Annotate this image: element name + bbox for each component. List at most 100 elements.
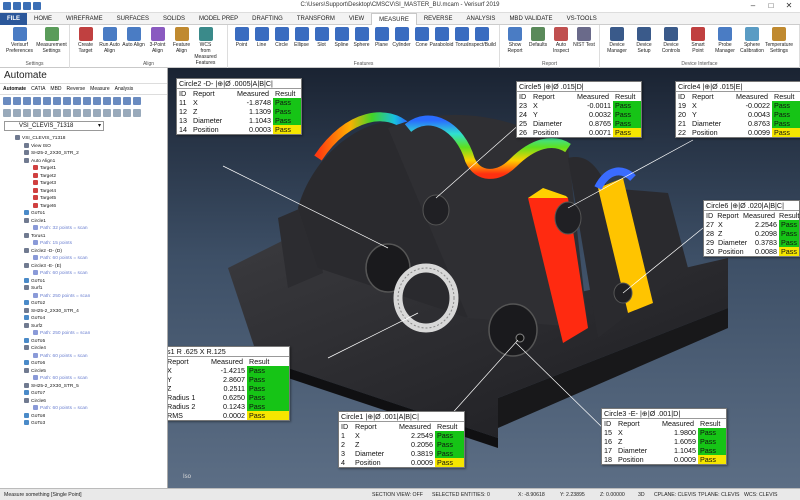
tree-item[interactable]: GoTo2 (0, 300, 167, 308)
tree-item[interactable]: Target3 (0, 180, 167, 188)
verisurf-preferences-button[interactable]: Verisurf Preferences (4, 27, 35, 54)
tree-item[interactable]: Auto Align1 (0, 157, 167, 166)
callout-circle4[interactable]: Circle4 |⊕|Ø .015|E| ID Report Measured Resu… (675, 81, 800, 138)
tree-item[interactable]: GoTo6 (0, 360, 167, 368)
plane-button[interactable]: Plane (372, 27, 391, 48)
callout-circle6[interactable]: Circle6 |⊕|Ø .020|A|B|C| ID Report Measured… (703, 200, 800, 257)
minimize-button[interactable]: – (744, 0, 762, 12)
tree-item[interactable]: Target1 (0, 165, 167, 173)
callout-circle1[interactable]: Circle1 |⊕|Ø .001|A|B|C| ID Report Measured… (338, 411, 465, 468)
tree-item[interactable]: Surf1 (0, 285, 167, 293)
menu-tab-vs-tools[interactable]: VS-TOOLS (560, 13, 604, 25)
device-controls-button[interactable]: Device Controls (658, 27, 684, 54)
panel-tab-catia[interactable]: CATIA (31, 86, 45, 92)
tree-path-item[interactable]: Path: 250 points = scan (0, 330, 167, 338)
menu-tab-reverse[interactable]: REVERSE (417, 13, 460, 25)
temperature-settings-button[interactable]: Temperature Settings (765, 27, 793, 54)
auto-align-button[interactable]: Auto Align (122, 27, 145, 48)
close-button[interactable]: ✕ (780, 0, 798, 12)
hole-circle5[interactable] (422, 194, 450, 226)
tplane-status[interactable]: TPLANE: CLEVIS (698, 489, 740, 500)
tree-item[interactable]: GoTo5 (0, 337, 167, 346)
cone-button[interactable]: Cone (412, 27, 431, 48)
tree-path-item[interactable]: Path: 60 points = scan (0, 255, 167, 263)
create-target-button[interactable]: Create Target (74, 27, 97, 54)
tree-item[interactable]: Target6 (0, 202, 167, 211)
panel-tab-reverse[interactable]: Reverse (67, 86, 86, 92)
hole-circle4[interactable] (554, 201, 582, 235)
tree-item[interactable]: Circle5 (0, 367, 167, 376)
panel-tab-automate[interactable]: Automate (3, 86, 26, 92)
show-report-button[interactable]: Show Report (504, 27, 526, 54)
tree-item[interactable]: GoTo7 (0, 390, 167, 398)
tree-item[interactable]: VSI_CLEVIS_71318 (0, 135, 167, 143)
measurement-settings-button[interactable]: Measurement Settings (36, 27, 67, 54)
maximize-button[interactable]: □ (762, 0, 780, 12)
point-button[interactable]: Point (232, 27, 251, 48)
cylinder-button[interactable]: Cylinder (392, 27, 411, 48)
callout-circle3[interactable]: Circle3 -E- |⊕|Ø .001|D| ID Report Measured… (601, 408, 727, 465)
callout-circle2[interactable]: Circle2 -D- |⊕|Ø .0005|A|B|C| ID Report Mea… (176, 78, 302, 135)
tree-item[interactable]: Surf2 (0, 322, 167, 331)
slot-button[interactable]: Slot (312, 27, 331, 48)
panel-tab-mbd[interactable]: MBD (50, 86, 61, 92)
program-select[interactable]: VSI_CLEVIS_71318 (4, 121, 104, 131)
menu-tab-model-prep[interactable]: MODEL PREP (192, 13, 245, 25)
tree-item[interactable]: GoTo1 (0, 210, 167, 218)
tree-path-item[interactable]: Path: 60 points = scan (0, 352, 167, 361)
tree-path-item[interactable]: Path: 32 points = scan (0, 225, 167, 233)
file-tab[interactable]: FILE (0, 12, 27, 25)
menu-tab-mbd-validate[interactable]: MBD VALIDATE (502, 13, 559, 25)
ellipse-button[interactable]: Ellipse (292, 27, 311, 48)
tree-path-item[interactable]: Path: 60 points = scan (0, 405, 167, 413)
tree-item[interactable]: Torus1 (0, 232, 167, 241)
tree-path-item[interactable]: Path: 15 points (0, 240, 167, 248)
tree-item[interactable]: GoTo1 (0, 277, 167, 286)
cplane-status[interactable]: CPLANE: CLEVIS (654, 489, 696, 500)
tree-item[interactable]: Circle4 (0, 345, 167, 353)
tree-item[interactable]: Target2 (0, 172, 167, 181)
menu-tab-measure[interactable]: MEASURE (371, 12, 417, 25)
section-view-status[interactable]: SECTION VIEW: OFF (372, 489, 423, 500)
menu-tab-transform[interactable]: TRANSFORM (290, 13, 342, 25)
tree-item[interactable]: GoTo8 (0, 412, 167, 421)
auto-inspect-button[interactable]: Auto Inspect (550, 27, 572, 54)
tree-item[interactable]: SH25-2_2X30_STR_4 (0, 307, 167, 316)
sphere-button[interactable]: Sphere (352, 27, 371, 48)
tree-path-item[interactable]: Path: 60 points = scan (0, 375, 167, 383)
nist-test-button[interactable]: NIST Test (573, 27, 595, 48)
panel-tab-analysis[interactable]: Analysis (115, 86, 134, 92)
defaults-button[interactable]: Defaults (527, 27, 549, 48)
wcs-status[interactable]: WCS: CLEVIS (744, 489, 777, 500)
panel-toolbar[interactable] (0, 95, 167, 107)
callout-circle5[interactable]: Circle5 |⊕|Ø .015|D| ID Report Measured Resu… (516, 81, 642, 138)
inspect-build-button[interactable]: Inspect/Build (467, 27, 496, 48)
menu-tab-analysis[interactable]: ANALYSIS (460, 13, 503, 25)
menu-tab-home[interactable]: HOME (27, 13, 59, 25)
device-manager-button[interactable]: Device Manager (604, 27, 630, 54)
probe-manager-button[interactable]: Probe Manager (712, 27, 738, 54)
device-setup-button[interactable]: Device Setup (631, 27, 657, 54)
tree-path-item[interactable]: Path: 60 points = scan (0, 270, 167, 278)
3-point-align-button[interactable]: 3-Point Align (146, 27, 169, 54)
view-mode[interactable]: 3D (638, 489, 645, 500)
tree-item[interactable]: GoTo4 (0, 315, 167, 323)
menu-tab-wireframe[interactable]: WIREFRAME (59, 13, 110, 25)
menu-tab-surfaces[interactable]: SURFACES (110, 13, 156, 25)
run-auto-align-button[interactable]: Run Auto Align (98, 27, 121, 54)
paraboloid-button[interactable]: Paraboloid (430, 27, 453, 48)
tree-item[interactable]: GoTo3 (0, 420, 167, 428)
line-button[interactable]: Line (252, 27, 271, 48)
callout-torus1[interactable]: Torus1 R .625 X R.125IDReportMeasuredRes… (168, 346, 290, 421)
tree-item[interactable]: Circle2 -D- (D) (0, 247, 167, 256)
tree-item[interactable]: Target5 (0, 195, 167, 203)
tree-item[interactable]: Target4 (0, 187, 167, 196)
panel-toolbar-2[interactable] (0, 107, 167, 119)
menu-tab-view[interactable]: VIEW (342, 13, 371, 25)
tree-item[interactable]: Circle6 (0, 397, 167, 406)
tree-item[interactable]: SH25-2_2X30_STR_5 (0, 382, 167, 391)
tree-item[interactable]: SH25-2_2X30_STR_2 (0, 150, 167, 158)
tree-path-item[interactable]: Path: 250 points = scan (0, 292, 167, 301)
hole-circle3[interactable] (488, 303, 538, 357)
smart-point-button[interactable]: Smart Point (685, 27, 711, 54)
